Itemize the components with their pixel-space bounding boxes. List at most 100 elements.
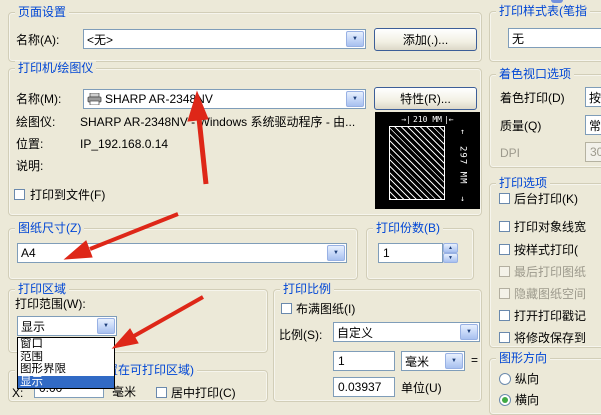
scale-value: 自定义	[337, 325, 374, 340]
quality-combo[interactable]: 常	[585, 115, 601, 135]
plot-lineweights-label: 打印对象线宽	[514, 220, 587, 234]
dropdown-option-window[interactable]: 窗口	[18, 338, 114, 351]
paper-size-combo[interactable]: A4 ▼	[17, 243, 347, 263]
scale-combo[interactable]: 自定义 ▼	[333, 322, 480, 342]
plot-style-combo[interactable]: 无	[508, 28, 601, 48]
add-button-label: 添加(.)...	[402, 33, 449, 47]
copies-value: 1	[383, 246, 390, 260]
copies-spin-up[interactable]: ▲	[443, 243, 458, 253]
plot-options-title: 打印选项	[496, 176, 551, 190]
plot-scale-title: 打印比例	[280, 282, 335, 296]
landscape-radio[interactable]	[499, 394, 511, 406]
shade-plot-label: 着色打印(D)	[500, 91, 565, 105]
dim-arrow-left-icon: →|	[401, 114, 412, 124]
dropdown-option-extents[interactable]: 范围	[18, 351, 114, 364]
paper-preview: →| 210 MM |← ↑ 297 MM ↓	[375, 112, 480, 209]
plot-range-label: 打印范围(W):	[15, 297, 86, 311]
quality-value: 常	[589, 118, 601, 133]
shade-plot-value: 按	[589, 90, 601, 105]
save-changes-label: 将修改保存到	[514, 331, 587, 345]
scale-unit-suffix-label: 单位(U)	[401, 381, 442, 395]
plotter-label: 绘图仪:	[16, 115, 56, 129]
chevron-down-icon[interactable]: ▼	[327, 245, 345, 261]
paperspace-last-label: 最后打印图纸	[514, 265, 587, 279]
paper-width-text: 210 MM	[413, 114, 442, 124]
page-setup-title: 页面设置	[15, 5, 70, 19]
description-label: 说明:	[16, 159, 44, 173]
print-to-file-label: 打印到文件(F)	[30, 188, 106, 202]
scale-unit-combo[interactable]: 毫米 ▼	[401, 351, 465, 371]
dim-arrow-down-icon: ↓	[460, 193, 465, 203]
background-plot-checkbox[interactable]	[499, 193, 510, 204]
center-plot-label: 居中打印(C)	[171, 386, 236, 400]
scale-equals-sign: =	[471, 353, 479, 367]
scale-denominator-value: 0.03937	[338, 380, 382, 394]
chevron-down-icon[interactable]: ▼	[445, 353, 463, 369]
plot-range-value: 显示	[21, 319, 46, 334]
chevron-down-icon[interactable]: ▼	[97, 318, 115, 334]
printer-name-value: SHARP AR-2348NV	[105, 92, 213, 106]
page-setup-name-label: 名称(A):	[16, 33, 60, 47]
paper-size-value: A4	[21, 246, 36, 260]
add-button[interactable]: 添加(.)...	[374, 28, 477, 51]
plot-range-combo[interactable]: 显示 ▼	[17, 316, 117, 336]
paper-size-title: 图纸尺寸(Z)	[15, 221, 85, 235]
printer-icon	[87, 93, 102, 105]
plot-with-styles-checkbox[interactable]	[499, 244, 510, 255]
scale-label: 比例(S):	[279, 328, 323, 342]
page-setup-name-combo[interactable]: <无> ▼	[83, 29, 366, 49]
plot-with-styles-label: 按样式打印(	[514, 243, 578, 257]
plot-area-title: 打印区域	[15, 282, 70, 296]
dropdown-option-display[interactable]: 显示	[18, 375, 114, 388]
plot-style-title: 打印样式表(笔指	[496, 4, 590, 18]
fit-to-paper-checkbox[interactable]	[281, 303, 292, 314]
landscape-label: 横向	[515, 393, 540, 407]
properties-button[interactable]: 特性(R)...	[374, 87, 477, 110]
dpi-input: 30	[585, 142, 601, 162]
shade-plot-combo[interactable]: 按	[585, 87, 601, 107]
chevron-down-icon[interactable]: ▼	[346, 91, 364, 107]
printer-name-combo[interactable]: SHARP AR-2348NV ▼	[83, 89, 366, 109]
copies-title: 打印份数(B)	[373, 221, 443, 235]
save-changes-checkbox[interactable]	[499, 332, 510, 343]
portrait-label: 纵向	[515, 372, 540, 386]
paper-height-text: 297 MM	[457, 145, 468, 185]
dpi-value: 30	[590, 145, 601, 159]
dropdown-option-limits[interactable]: 图形界限	[18, 363, 114, 376]
copies-input[interactable]: 1	[378, 243, 443, 263]
center-plot-checkbox[interactable]	[156, 387, 167, 398]
location-label: 位置:	[16, 137, 44, 151]
dpi-label: DPI	[500, 146, 521, 160]
plot-stamp-checkbox[interactable]	[499, 310, 510, 321]
scale-numerator-value: 1	[338, 354, 345, 368]
orientation-group: 图形方向	[489, 351, 601, 415]
print-to-file-checkbox[interactable]	[14, 189, 25, 200]
scale-numerator-input[interactable]: 1	[333, 351, 395, 371]
page-setup-name-value: <无>	[87, 32, 114, 47]
printer-group-title: 打印机/绘图仪	[15, 61, 97, 75]
plot-range-dropdown-list: 窗口 范围 图形界限 显示	[17, 337, 115, 389]
scale-unit-value: 毫米	[405, 354, 430, 369]
plot-style-value: 无	[512, 31, 525, 46]
clipped-button-fragment	[551, 0, 563, 3]
chevron-down-icon[interactable]: ▼	[460, 324, 478, 340]
paperspace-last-checkbox	[499, 266, 510, 277]
shaded-viewport-title: 着色视口选项	[496, 67, 575, 81]
copies-spin-down[interactable]: ▼	[443, 253, 458, 263]
chevron-down-icon[interactable]: ▼	[346, 31, 364, 47]
fit-to-paper-label: 布满图纸(I)	[296, 302, 356, 316]
hide-paperspace-label: 隐藏图纸空间	[514, 287, 587, 301]
scale-denominator-input[interactable]: 0.03937	[333, 377, 395, 397]
background-plot-label: 后台打印(K)	[514, 192, 578, 206]
properties-button-label: 特性(R)...	[400, 92, 451, 106]
orientation-title: 图形方向	[496, 351, 551, 365]
quality-label: 质量(Q)	[500, 119, 542, 133]
paper-hatch	[389, 126, 445, 200]
location-value: IP_192.168.0.14	[80, 137, 169, 151]
plotter-value: SHARP AR-2348NV - Windows 系统驱动程序 - 由...	[80, 115, 356, 129]
dim-arrow-up-icon: ↑	[460, 127, 465, 136]
hide-paperspace-checkbox	[499, 288, 510, 299]
portrait-radio[interactable]	[499, 373, 511, 385]
offset-unit-label: 毫米	[112, 385, 137, 399]
plot-lineweights-checkbox[interactable]	[499, 221, 510, 232]
